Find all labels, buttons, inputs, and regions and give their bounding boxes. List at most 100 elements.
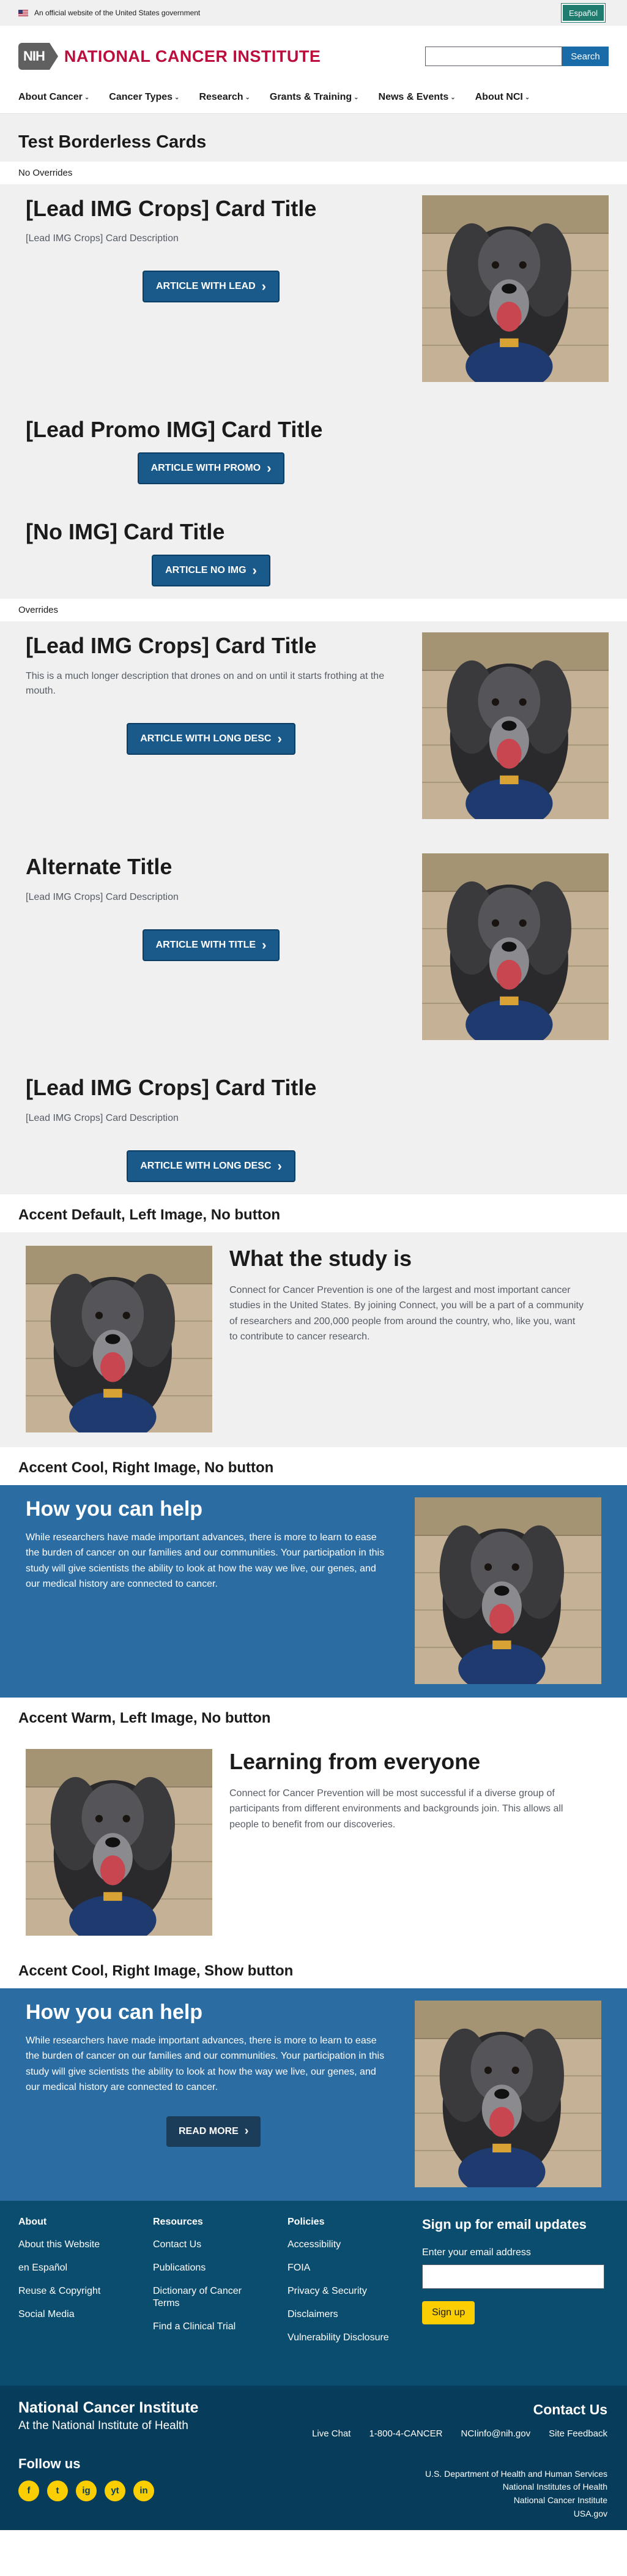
footer-column-heading: About — [18, 2216, 47, 2227]
footer-link[interactable]: Vulnerability Disclosure — [288, 2332, 422, 2344]
card-title[interactable]: [Lead IMG Crops] Card Title — [26, 1074, 396, 1101]
card-button-label: ARTICLE WITH PROMO — [150, 463, 261, 474]
cards-overrides: [Lead IMG Crops] Card Title This is a mu… — [0, 621, 627, 1194]
accent-heading: Accent Warm, Left Image, No button — [18, 1709, 271, 1726]
card-body: [No IMG] Card Title ARTICLE NO IMG › — [18, 519, 404, 587]
accent-cool-card: How you can help While researchers have … — [0, 1485, 627, 1698]
borderless-card: [Lead IMG Crops] Card Title [Lead IMG Cr… — [18, 195, 609, 382]
nav-item-about-cancer[interactable]: About Cancer ⌄ — [18, 92, 89, 103]
cards-no-overrides: [Lead IMG Crops] Card Title [Lead IMG Cr… — [0, 184, 627, 599]
footer-column-heading: Policies — [288, 2216, 325, 2227]
footer-link[interactable]: en Español — [18, 2262, 153, 2274]
footer-link[interactable]: Find a Clinical Trial — [153, 2321, 288, 2333]
facebook-icon[interactable]: f — [18, 2480, 39, 2501]
footer-link[interactable]: Reuse & Copyright — [18, 2285, 153, 2297]
card-button-wrap: ARTICLE WITH TITLE › — [26, 929, 396, 961]
chevron-right-icon: › — [277, 730, 282, 746]
accent-heading: Accent Default, Left Image, No button — [18, 1206, 281, 1223]
chevron-down-icon: ⌄ — [450, 94, 456, 101]
email-label: Enter your email address — [422, 2247, 531, 2258]
card-button[interactable]: ARTICLE WITH PROMO › — [137, 452, 285, 485]
accent-text: What the study is Connect for Cancer Pre… — [212, 1246, 601, 1345]
card-title[interactable]: [Lead IMG Crops] Card Title — [26, 195, 396, 222]
nav-item-grants-training[interactable]: Grants & Training ⌄ — [270, 92, 359, 103]
contact-links: Live Chat 1-800-4-CANCER NCIinfo@nih.gov… — [294, 2428, 607, 2439]
accent-description: While researchers have made important ad… — [26, 2035, 385, 2093]
card-image[interactable] — [422, 195, 609, 382]
instagram-icon[interactable]: ig — [76, 2480, 97, 2501]
card-title[interactable]: [No IMG] Card Title — [26, 519, 396, 545]
search-button[interactable]: Search — [562, 47, 609, 66]
footer-column-about: About About this Website en Español Reus… — [18, 2217, 153, 2355]
borderless-card: [No IMG] Card Title ARTICLE NO IMG › — [18, 519, 609, 587]
card-title[interactable]: Alternate Title — [26, 853, 396, 880]
card-title[interactable]: [Lead IMG Crops] Card Title — [26, 632, 396, 659]
card-body: [Lead IMG Crops] Card Title [Lead IMG Cr… — [18, 1074, 404, 1182]
chevron-right-icon: › — [244, 2124, 249, 2138]
gov-link[interactable]: National Cancer Institute — [425, 2494, 607, 2507]
accent-title: How you can help — [26, 2000, 203, 2024]
card-title[interactable]: [Lead Promo IMG] Card Title — [26, 416, 396, 443]
card-button[interactable]: ARTICLE WITH TITLE › — [142, 929, 280, 961]
espanol-button[interactable]: Español — [561, 3, 606, 23]
card-button[interactable]: ARTICLE WITH LONG DESC › — [127, 1150, 295, 1182]
card-button-wrap: ARTICLE WITH LONG DESC › — [26, 722, 396, 755]
gov-link[interactable]: USA.gov — [425, 2507, 607, 2521]
footer-link[interactable]: Accessibility — [288, 2239, 422, 2251]
card-body: Alternate Title [Lead IMG Crops] Card De… — [18, 853, 404, 1040]
chevron-right-icon: › — [267, 460, 272, 476]
nih-logo-arrow — [49, 43, 58, 70]
youtube-icon[interactable]: yt — [105, 2480, 125, 2501]
read-more-button[interactable]: READ MORE › — [166, 2116, 261, 2147]
gov-link[interactable]: National Institutes of Health — [425, 2481, 607, 2494]
card-button-wrap: ARTICLE WITH LONG DESC › — [26, 1150, 396, 1182]
card-image[interactable] — [422, 632, 609, 820]
footer-link[interactable]: Disclaimers — [288, 2308, 422, 2321]
card-button-wrap: ARTICLE WITH PROMO › — [26, 452, 396, 485]
footer-link[interactable]: Publications — [153, 2262, 288, 2274]
footer-link[interactable]: Privacy & Security — [288, 2285, 422, 2297]
footer-nci-name[interactable]: National Cancer Institute — [18, 2399, 609, 2417]
contact-link[interactable]: NCIinfo@nih.gov — [461, 2428, 530, 2439]
main-nav: About Cancer ⌄ Cancer Types ⌄ Research ⌄ Gr… — [0, 87, 627, 114]
nav-item-about-nci[interactable]: About NCI ⌄ — [475, 92, 530, 103]
footer-link[interactable]: Dictionary of Cancer Terms — [153, 2285, 245, 2310]
card-button-wrap: ARTICLE NO IMG › — [26, 555, 396, 587]
chevron-right-icon: › — [277, 1158, 282, 1174]
email-field[interactable] — [422, 2264, 604, 2289]
contact-heading: Contact Us — [533, 2401, 607, 2417]
footer-bottom: National Cancer Institute At the Nationa… — [0, 2385, 627, 2530]
accent-description: While researchers have made important ad… — [26, 1532, 385, 1590]
card-description: [Lead IMG Crops] Card Description — [26, 1112, 179, 1123]
contact-link[interactable]: Site Feedback — [549, 2428, 607, 2439]
card-button[interactable]: ARTICLE WITH LONG DESC › — [127, 722, 295, 755]
twitter-icon[interactable]: t — [47, 2480, 68, 2501]
card-button[interactable]: ARTICLE NO IMG › — [152, 555, 270, 587]
signup-button[interactable]: Sign up — [422, 2301, 475, 2324]
contact-link[interactable]: Live Chat — [312, 2428, 351, 2439]
card-body: [Lead Promo IMG] Card Title ARTICLE WITH… — [18, 416, 404, 485]
footer-link[interactable]: FOIA — [288, 2262, 422, 2274]
chevron-down-icon: ⌄ — [245, 94, 250, 101]
read-more-label: READ MORE — [179, 2125, 239, 2136]
card-image[interactable] — [422, 853, 609, 1041]
gov-banner-text: An official website of the United States… — [34, 9, 201, 17]
card-body: [Lead IMG Crops] Card Title This is a mu… — [18, 632, 404, 819]
borderless-card: [Lead Promo IMG] Card Title ARTICLE WITH… — [18, 416, 609, 485]
nav-item-research[interactable]: Research ⌄ — [199, 92, 250, 103]
contact-link[interactable]: 1-800-4-CANCER — [369, 2428, 442, 2439]
footer-link[interactable]: About this Website — [18, 2239, 153, 2251]
chevron-right-icon: › — [261, 279, 266, 294]
footer-links: About About this Website en Español Reus… — [0, 2200, 627, 2386]
nav-item-news-events[interactable]: News & Events ⌄ — [379, 92, 456, 103]
nci-logo[interactable]: NIH NATIONAL CANCER INSTITUTE — [18, 43, 321, 70]
accent-text: How you can help While researchers have … — [26, 1497, 393, 1592]
footer-link[interactable]: Social Media — [18, 2308, 153, 2321]
gov-link[interactable]: U.S. Department of Health and Human Serv… — [425, 2468, 607, 2481]
search-input[interactable] — [425, 47, 562, 66]
footer-link[interactable]: Contact Us — [153, 2239, 288, 2251]
nav-item-cancer-types[interactable]: Cancer Types ⌄ — [109, 92, 179, 103]
linkedin-icon[interactable]: in — [133, 2480, 154, 2501]
card-button[interactable]: ARTICLE WITH LEAD › — [143, 271, 280, 303]
us-flag-icon — [18, 9, 28, 17]
